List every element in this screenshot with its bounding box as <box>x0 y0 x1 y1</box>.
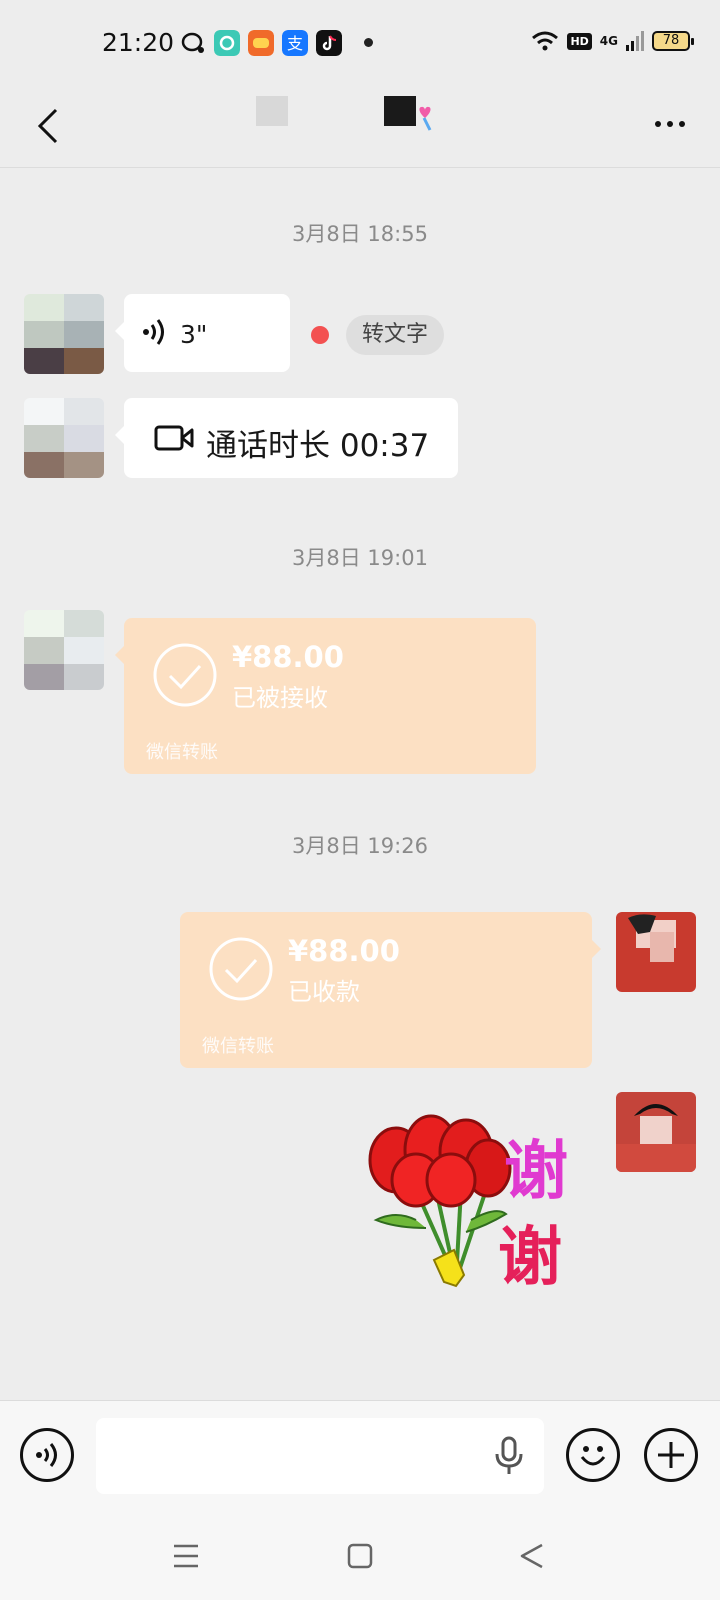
timestamp: 3月8日 19:01 <box>292 546 428 570</box>
voice-message[interactable]: 3" <box>115 294 290 372</box>
back-nav-button[interactable] <box>512 1536 552 1576</box>
contact-name-blurred <box>256 96 288 126</box>
timestamp: 3月8日 18:55 <box>292 222 428 246</box>
sticker-text: 谢 <box>504 1135 568 1209</box>
home-button[interactable] <box>340 1536 380 1576</box>
plus-icon <box>658 1442 684 1468</box>
transfer-label: 微信转账 <box>202 1036 274 1057</box>
status-indicators: HD 4G 78 <box>531 30 694 52</box>
transfer-card-received[interactable]: ¥88.00 已被接收 微信转账 <box>115 618 536 774</box>
voice-mode-icon <box>36 1443 57 1467</box>
chat-header <box>0 88 720 168</box>
bouquet-icon <box>368 1114 512 1288</box>
tiktok-icon <box>316 30 342 56</box>
notification-dot <box>364 38 373 47</box>
hd-badge: HD <box>567 32 592 50</box>
transfer-amount: ¥88.00 <box>288 934 400 968</box>
home-square-icon <box>347 1543 373 1569</box>
back-button[interactable] <box>20 98 76 154</box>
qq-icon <box>181 32 204 53</box>
call-duration-text: 通话时长 00:37 <box>206 428 430 464</box>
more-dots-icon <box>655 121 661 127</box>
timestamp: 3月8日 19:26 <box>292 834 428 858</box>
self-avatar[interactable] <box>616 912 696 992</box>
sticker-text: 谢 <box>498 1221 562 1295</box>
voice-wave-icon <box>143 319 164 345</box>
plus-button[interactable] <box>644 1428 698 1482</box>
status-bar: 21:20 支 HD 4G 78 <box>0 0 720 88</box>
signal-icon <box>626 31 644 51</box>
emoji-button[interactable] <box>566 1428 620 1482</box>
contact-name-blurred <box>384 96 416 126</box>
self-avatar[interactable] <box>616 1092 696 1172</box>
transfer-amount: ¥88.00 <box>232 640 344 674</box>
check-circle-icon <box>153 643 217 707</box>
emoji-icon <box>580 1446 606 1466</box>
input-bar <box>0 1400 720 1510</box>
transfer-status: 已被接收 <box>232 684 328 712</box>
heart-icon <box>419 106 432 131</box>
network-label: 4G <box>599 34 618 48</box>
more-button[interactable] <box>644 102 696 146</box>
menu-button[interactable] <box>166 1536 206 1576</box>
game-center-icon <box>248 30 274 56</box>
system-nav-bar <box>0 1510 720 1600</box>
voice-duration: 3" <box>180 320 208 349</box>
unread-dot <box>311 326 329 344</box>
avatar[interactable] <box>24 294 104 374</box>
back-triangle-icon <box>520 1543 543 1569</box>
avatar[interactable] <box>24 610 104 690</box>
microphone-icon[interactable] <box>494 1436 524 1476</box>
message-input[interactable] <box>96 1418 544 1494</box>
wifi-icon <box>532 31 559 51</box>
menu-lines-icon <box>174 1544 198 1568</box>
transfer-card-collected[interactable]: ¥88.00 已收款 微信转账 <box>180 912 601 1068</box>
battery-indicator: 78 <box>652 31 694 51</box>
svg-text:支: 支 <box>287 34 303 53</box>
transfer-status: 已收款 <box>288 978 360 1006</box>
messages-icon <box>214 30 240 56</box>
status-time: 21:20 <box>102 28 175 57</box>
video-camera-icon <box>154 425 194 451</box>
to-text-button[interactable]: 转文字 <box>346 315 445 355</box>
avatar[interactable] <box>24 398 104 478</box>
chevron-left-icon <box>37 108 58 144</box>
voice-mode-button[interactable] <box>20 1428 74 1482</box>
video-call-message[interactable]: 通话时长 00:37 <box>115 398 458 478</box>
check-circle-icon <box>209 937 273 1001</box>
transfer-label: 微信转账 <box>146 742 218 763</box>
alipay-icon: 支 <box>282 30 308 56</box>
